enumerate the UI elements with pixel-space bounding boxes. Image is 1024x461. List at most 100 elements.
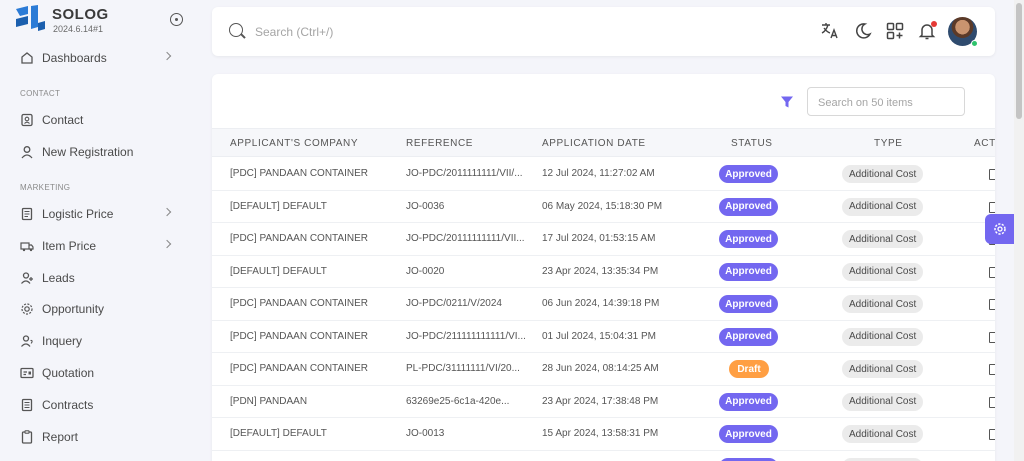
sidebar-collapse-button[interactable] bbox=[170, 13, 183, 26]
scrollbar-thumb[interactable] bbox=[1016, 3, 1022, 119]
sidebar-item-new-registration[interactable]: New Registration bbox=[20, 140, 180, 164]
contract-icon bbox=[21, 398, 33, 412]
brand-name: SOLOG bbox=[52, 6, 109, 23]
quotation-icon bbox=[20, 367, 34, 379]
sidebar-item-label: Logistic Price bbox=[42, 207, 114, 221]
sidebar-item-logistic-price[interactable]: Logistic Price bbox=[20, 202, 180, 226]
report-icon bbox=[21, 430, 33, 444]
cell-reference[interactable]: JO-PDC/0211/V/2024 bbox=[406, 298, 502, 309]
table-row[interactable]: [DEFAULT] DEFAULT JO-0036 06 May 2024, 15:… bbox=[212, 191, 995, 223]
status-badge: Approved bbox=[719, 295, 778, 313]
table-row[interactable]: [PDC] PANDAAN CONTAINER JO-PDC/2011111111… bbox=[212, 158, 995, 191]
sidebar-item-inquery[interactable]: Inquery bbox=[20, 329, 180, 353]
sidebar-item-contracts[interactable]: Contracts bbox=[20, 393, 180, 417]
cell-application-date: 15 Apr 2024, 13:58:31 PM bbox=[542, 428, 659, 439]
column-header-status[interactable]: STATUS bbox=[731, 138, 773, 149]
cell-reference[interactable]: JO-PDC/20111111111/VII... bbox=[406, 233, 525, 244]
filter-icon[interactable] bbox=[780, 95, 794, 109]
online-status-dot bbox=[971, 40, 978, 47]
theme-toggle-icon[interactable] bbox=[853, 21, 873, 41]
cell-reference[interactable]: JO-0013 bbox=[406, 428, 444, 439]
section-label-contact: CONTACT bbox=[20, 89, 61, 98]
table-row[interactable]: [PDC] PANDAAN CONTAINERPL-PDC/311111/VI/… bbox=[212, 451, 995, 461]
gear-icon bbox=[994, 223, 1006, 235]
cell-application-date: 23 Apr 2024, 13:35:34 PM bbox=[542, 265, 659, 277]
solog-logo-icon bbox=[16, 5, 45, 31]
cell-reference[interactable]: JO-0036 bbox=[406, 201, 444, 212]
type-badge: Additional Cost bbox=[842, 197, 924, 216]
translate-icon[interactable] bbox=[820, 21, 840, 41]
edit-icon[interactable] bbox=[989, 299, 995, 310]
status-badge: Approved bbox=[719, 230, 778, 248]
edit-icon[interactable] bbox=[989, 429, 995, 440]
customizer-settings-button[interactable] bbox=[985, 214, 1015, 244]
cell-company: [PDC] PANDAAN CONTAINER bbox=[230, 298, 368, 309]
sidebar-item-report[interactable]: Report bbox=[20, 425, 180, 449]
cell-application-date: 28 Jun 2024, 08:14:25 AM bbox=[542, 363, 659, 374]
table-row[interactable]: [PDC] PANDAAN CONTAINER JO-PDC/2111111111… bbox=[212, 321, 995, 353]
cost-list-card: Search on 50 items APPLICANT'S COMPANY R… bbox=[212, 74, 995, 461]
table-row[interactable]: [PDC] PANDAAN CONTAINER JO-PDC/0211/V/202… bbox=[212, 288, 995, 321]
edit-icon[interactable] bbox=[989, 266, 995, 278]
sidebar-item-opportunity[interactable]: Opportunity bbox=[20, 297, 180, 321]
cell-reference[interactable]: JO-PDC/2011111111/VII/... bbox=[406, 168, 523, 179]
status-badge: Approved bbox=[719, 197, 778, 216]
cell-company: [DEFAULT] DEFAULT bbox=[230, 428, 327, 439]
table-row[interactable]: [DEFAULT] DEFAULT JO-0013 15 Apr 2024, 13:… bbox=[212, 418, 995, 451]
cell-company: [PDC] PANDAAN CONTAINER bbox=[230, 168, 368, 179]
column-header-reference[interactable]: REFERENCE bbox=[406, 138, 473, 149]
sidebar-item-dashboards[interactable]: Dashboards bbox=[20, 46, 180, 70]
sidebar-item-label: Contracts bbox=[42, 398, 94, 412]
sidebar-item-leads[interactable]: Leads bbox=[20, 266, 180, 290]
cell-company: [PDC] PANDAAN CONTAINER bbox=[230, 330, 368, 342]
table-row[interactable]: [PDC] PANDAAN CONTAINER JO-PDC/2011111111… bbox=[212, 223, 995, 256]
status-badge: Approved bbox=[719, 457, 778, 461]
sidebar-item-label: Leads bbox=[42, 271, 75, 285]
status-badge: Approved bbox=[719, 425, 778, 443]
cell-company: [PDC] PANDAAN CONTAINER bbox=[230, 363, 368, 374]
search-icon[interactable] bbox=[229, 23, 243, 37]
cell-reference[interactable]: JO-0020 bbox=[406, 266, 444, 277]
cell-application-date: 17 Jul 2024, 01:53:15 AM bbox=[542, 233, 656, 244]
cell-application-date: 23 Apr 2024, 17:38:48 PM bbox=[542, 395, 659, 407]
table-row[interactable]: [PDC] PANDAAN CONTAINER PL-PDC/31111111/V… bbox=[212, 353, 995, 386]
sidebar-item-item-price[interactable]: Item Price bbox=[20, 234, 180, 258]
notification-badge bbox=[931, 21, 937, 27]
cell-reference[interactable]: 63269e25-6c1a-420e... bbox=[406, 396, 509, 407]
table-row[interactable]: [DEFAULT] DEFAULT JO-0020 23 Apr 2024, 13:… bbox=[212, 256, 995, 288]
shortcuts-grid-icon[interactable] bbox=[885, 21, 905, 41]
table-row[interactable]: [PDN] PANDAAN 63269e25-6c1a-420e... 23 Apr… bbox=[212, 386, 995, 418]
column-header-type[interactable]: TYPE bbox=[874, 138, 903, 149]
sidebar-item-contact[interactable]: Contact bbox=[20, 108, 180, 132]
edit-icon[interactable] bbox=[989, 331, 995, 343]
brand[interactable]: SOLOG 2024.6.14#1 bbox=[14, 5, 189, 37]
column-header-application-date[interactable]: APPLICATION DATE bbox=[542, 138, 646, 149]
status-badge: Approved bbox=[719, 392, 778, 411]
edit-icon[interactable] bbox=[989, 201, 995, 213]
edit-icon[interactable] bbox=[989, 364, 995, 375]
sidebar-item-label: Item Price bbox=[42, 239, 97, 253]
cell-application-date: 12 Jul 2024, 11:27:02 AM bbox=[542, 168, 655, 179]
page-scrollbar[interactable] bbox=[1014, 0, 1024, 461]
sidebar-item-quotation[interactable]: Quotation bbox=[20, 361, 180, 385]
type-badge: Additional Cost bbox=[842, 165, 924, 183]
edit-icon[interactable] bbox=[989, 396, 995, 408]
status-badge: Draft bbox=[729, 360, 769, 378]
section-label-marketing: MARKETING bbox=[20, 183, 71, 192]
cell-reference[interactable]: JO-PDC/211111111111/VI... bbox=[406, 331, 526, 342]
global-search-input[interactable]: Search (Ctrl+/) bbox=[255, 25, 333, 39]
cell-application-date: 01 Jul 2024, 15:04:31 PM bbox=[542, 330, 656, 342]
table-header: APPLICANT'S COMPANY REFERENCE APPLICATIO… bbox=[212, 128, 995, 157]
sidebar-item-label: Contact bbox=[42, 113, 84, 127]
sidebar-item-label: Quotation bbox=[42, 366, 95, 380]
column-header-company[interactable]: APPLICANT'S COMPANY bbox=[230, 138, 358, 149]
type-badge: Additional Cost bbox=[842, 295, 924, 313]
table-search-input[interactable]: Search on 50 items bbox=[807, 87, 965, 116]
cell-reference[interactable]: PL-PDC/31111111/VI/20... bbox=[406, 363, 520, 374]
user-question-icon bbox=[21, 335, 33, 347]
edit-icon[interactable] bbox=[989, 169, 995, 180]
sidebar: SOLOG 2024.6.14#1 Dashboards CONTACT Con… bbox=[0, 0, 194, 461]
cell-company: [PDC] PANDAAN CONTAINER bbox=[230, 233, 368, 244]
type-badge: Additional Cost bbox=[842, 360, 924, 378]
brand-version: 2024.6.14#1 bbox=[53, 24, 104, 34]
